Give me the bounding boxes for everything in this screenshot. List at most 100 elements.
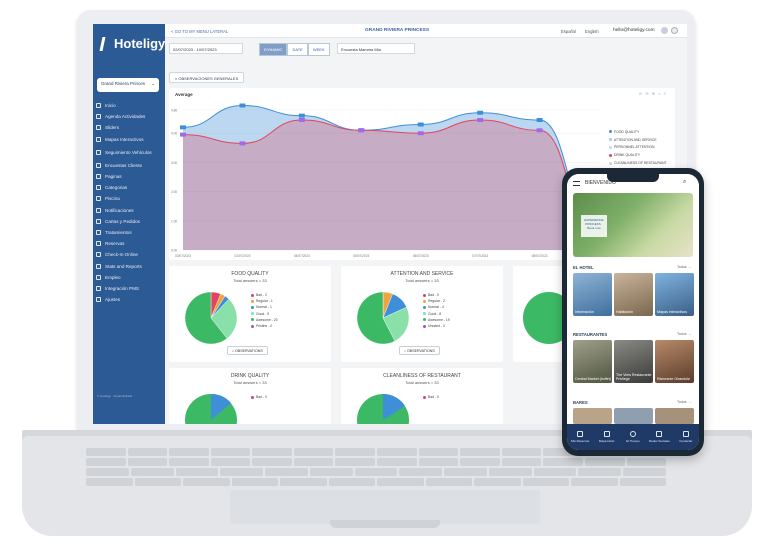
legend-item[interactable]: ATTENTION AND SERVICE bbox=[609, 136, 667, 144]
legend-swatch bbox=[251, 324, 254, 328]
tab-contactar[interactable]: Contactar bbox=[675, 431, 697, 443]
pie-chart bbox=[185, 393, 237, 424]
back-link[interactable]: < GO TO MY MENU LATERAL bbox=[171, 29, 228, 34]
legend-item[interactable]: CLEANLINESS OF RESTAURANT bbox=[609, 159, 667, 167]
sidebar-item-label: Integración PMS bbox=[105, 285, 139, 291]
data-point[interactable] bbox=[298, 113, 305, 118]
tile-label: Mapas interactivos bbox=[657, 309, 687, 314]
segment-date[interactable]: DATE bbox=[287, 43, 308, 56]
tile-central-market[interactable]: Central Market (buffet) bbox=[573, 340, 612, 383]
booking-icon bbox=[96, 241, 101, 247]
segment-week[interactable]: WEEK bbox=[307, 43, 330, 56]
legend-item[interactable]: PERSONNEL ATTENTION bbox=[609, 144, 667, 152]
sidebar-item-reservas[interactable]: Reservas bbox=[96, 238, 164, 249]
sidebar-item-seguimiento[interactable]: Seguimiento Vehículos bbox=[96, 145, 164, 160]
data-point[interactable] bbox=[417, 122, 424, 127]
survey-select[interactable]: Encuesta Mamma Mia bbox=[337, 43, 415, 54]
sidebar-item-label: Tratamientos bbox=[105, 229, 132, 235]
sidebar-item-notificaciones[interactable]: Notificaciones bbox=[96, 205, 164, 216]
language-en[interactable]: English bbox=[585, 29, 599, 34]
data-point[interactable] bbox=[180, 132, 186, 137]
legend-swatch bbox=[251, 293, 254, 297]
data-point[interactable] bbox=[477, 118, 484, 123]
sidebar-item-label: Stats and Reports bbox=[105, 263, 142, 269]
pie-title: DRINK QUALITY bbox=[230, 373, 270, 379]
pie-legend-item: Pristine - 0 bbox=[251, 323, 278, 329]
data-point[interactable] bbox=[417, 131, 424, 136]
sidebar-item-label: Empleo bbox=[105, 274, 121, 280]
language-es[interactable]: Español bbox=[561, 29, 576, 34]
data-point[interactable] bbox=[180, 125, 186, 130]
phone-screen: BIENVENIDO ⌕ EXPERIENCE PRINCESS · Book … bbox=[567, 174, 699, 450]
hoteligy-logo[interactable]: Hoteligy bbox=[99, 36, 165, 51]
mockup-stage: Hoteligy Grand Riviera Princes ⌄ Inicio … bbox=[0, 0, 768, 548]
avatar[interactable] bbox=[661, 27, 668, 34]
legend-swatch bbox=[423, 293, 426, 297]
hotel-see-all[interactable]: Todos → bbox=[677, 265, 691, 269]
legend-label: DRINK QUALITY bbox=[614, 153, 640, 158]
observations-button[interactable]: ⌕ OBSERVATIONS bbox=[399, 346, 440, 355]
legend-swatch bbox=[423, 299, 426, 303]
hotel-select-value: Grand Riviera Princes bbox=[101, 81, 146, 86]
tile-mapas[interactable]: Mapas interactivos bbox=[655, 273, 694, 316]
tile-informacion[interactable]: Información bbox=[573, 273, 612, 316]
data-point[interactable] bbox=[536, 118, 543, 123]
topbar: < GO TO MY MENU LATERAL GRAND RIVIERA PR… bbox=[165, 24, 687, 38]
phone-hero-banner[interactable]: EXPERIENCE PRINCESS · Book now bbox=[573, 193, 693, 257]
legend-swatch bbox=[423, 305, 426, 309]
sidebar-item-paginas[interactable]: Paginas bbox=[96, 171, 164, 182]
survey-icon bbox=[96, 162, 101, 168]
data-point[interactable] bbox=[298, 118, 305, 123]
sidebar-item-inicio[interactable]: Inicio bbox=[96, 100, 164, 111]
sidebar-item-mapas[interactable]: Mapas Interactivos bbox=[96, 134, 164, 145]
pie-chart bbox=[184, 291, 238, 345]
notification-icon[interactable] bbox=[671, 27, 678, 34]
sidebar-item-sliders[interactable]: Sliders bbox=[96, 122, 164, 133]
sidebar-item-checkin[interactable]: Check-In Online bbox=[96, 249, 164, 260]
tile-girandole[interactable]: Ristorante Girandole bbox=[655, 340, 694, 383]
legend-item[interactable]: FOOD QUALITY bbox=[609, 128, 667, 136]
sidebar-item-cartas[interactable]: Cartas y Pedidos bbox=[96, 216, 164, 227]
tab-mis-reservas[interactable]: Mis Reservas bbox=[569, 431, 591, 443]
tile-bar-2[interactable] bbox=[614, 408, 653, 424]
hotel-select[interactable]: Grand Riviera Princes ⌄ bbox=[97, 78, 159, 92]
tile-habitacion[interactable]: Habitación bbox=[614, 273, 653, 316]
restaurants-see-all[interactable]: Todos → bbox=[677, 332, 691, 336]
data-point[interactable] bbox=[477, 110, 484, 115]
data-point[interactable] bbox=[536, 128, 543, 133]
search-icon[interactable]: ⌕ bbox=[683, 179, 686, 186]
sidebar-item-pms[interactable]: Integración PMS bbox=[96, 283, 164, 294]
sidebar-item-agenda[interactable]: Agenda Actividades bbox=[96, 111, 164, 122]
tab-redes-sociales[interactable]: Redes Sociales bbox=[648, 431, 670, 443]
data-point[interactable] bbox=[358, 128, 365, 133]
sidebar-item-ajustes[interactable]: Ajustes bbox=[96, 294, 164, 305]
observations-button[interactable]: ⌕ OBSERVATIONS bbox=[227, 346, 268, 355]
chat-icon bbox=[682, 431, 689, 437]
sidebar-item-tratamientos[interactable]: Tratamientos bbox=[96, 227, 164, 238]
sidebar-item-encuestas[interactable]: Encuestas Cliente bbox=[96, 160, 164, 171]
y-tick-label: 1.00 bbox=[171, 219, 177, 223]
tab-el-tiempo[interactable]: El Tiempo bbox=[622, 431, 644, 443]
legend-item[interactable]: DRINK QUALITY bbox=[609, 151, 667, 159]
legend-label: Bad - 2 bbox=[256, 293, 267, 298]
sidebar-item-stats[interactable]: Stats and Reports bbox=[96, 260, 164, 271]
general-observations-button[interactable]: ⌕ OBSERVACIONES GENERALES bbox=[169, 72, 245, 83]
sidebar-item-piscina[interactable]: Piscina bbox=[96, 193, 164, 204]
tile-the-view[interactable]: The View Restaurante Privilege bbox=[614, 340, 653, 383]
legend-label: Good - 9 bbox=[256, 311, 270, 316]
sidebar-item-categorias[interactable]: Categorias bbox=[96, 182, 164, 193]
sidebar-item-empleo[interactable]: Empleo bbox=[96, 272, 164, 283]
tile-bar-1[interactable] bbox=[573, 408, 612, 424]
map-icon bbox=[96, 136, 101, 142]
data-point[interactable] bbox=[239, 103, 246, 108]
tab-mapa-hotel[interactable]: Mapa Hotel bbox=[596, 431, 618, 443]
bars-see-all[interactable]: Todos → bbox=[677, 400, 691, 404]
tile-bar-3[interactable] bbox=[655, 408, 694, 424]
legend-swatch bbox=[609, 138, 612, 142]
x-tick-label: 06/07/2023 bbox=[413, 254, 429, 258]
data-point[interactable] bbox=[239, 141, 246, 146]
segment-dynamic[interactable]: DYNAMIC bbox=[259, 43, 288, 56]
legend-swatch bbox=[609, 145, 612, 149]
hamburger-icon[interactable] bbox=[573, 181, 580, 186]
date-range-input[interactable]: 02/07/2023 - 10/07/2023 bbox=[169, 43, 243, 54]
